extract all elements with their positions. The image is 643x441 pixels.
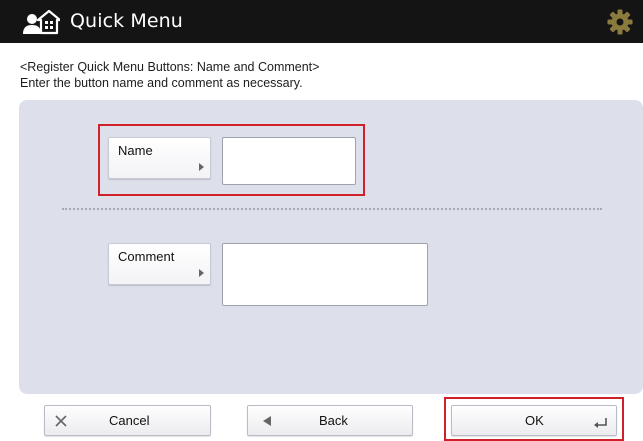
quick-menu-icon	[23, 9, 60, 35]
back-button[interactable]: Back	[247, 405, 413, 436]
title-bar: Quick Menu	[0, 0, 643, 43]
instructions: <Register Quick Menu Buttons: Name and C…	[20, 59, 319, 91]
back-arrow-icon	[263, 416, 271, 426]
name-button-label: Name	[118, 143, 153, 158]
divider	[62, 208, 602, 210]
close-icon	[55, 415, 67, 427]
cancel-button[interactable]: Cancel	[44, 405, 211, 436]
page-title: Quick Menu	[70, 10, 183, 32]
enter-icon	[594, 418, 607, 428]
name-field[interactable]	[222, 137, 356, 185]
cancel-button-label: Cancel	[109, 413, 150, 428]
instruction-text: Enter the button name and comment as nec…	[20, 76, 303, 90]
ok-button-label: OK	[525, 413, 544, 428]
comment-field[interactable]	[222, 243, 428, 306]
name-button[interactable]: Name	[108, 137, 211, 179]
arrow-right-icon	[199, 269, 204, 277]
arrow-right-icon	[199, 163, 204, 171]
gear-icon[interactable]	[607, 9, 633, 35]
ok-button[interactable]: OK	[451, 405, 617, 436]
comment-button-label: Comment	[118, 249, 175, 264]
comment-button[interactable]: Comment	[108, 243, 211, 285]
instruction-heading: <Register Quick Menu Buttons: Name and C…	[20, 60, 320, 74]
back-button-label: Back	[319, 413, 348, 428]
